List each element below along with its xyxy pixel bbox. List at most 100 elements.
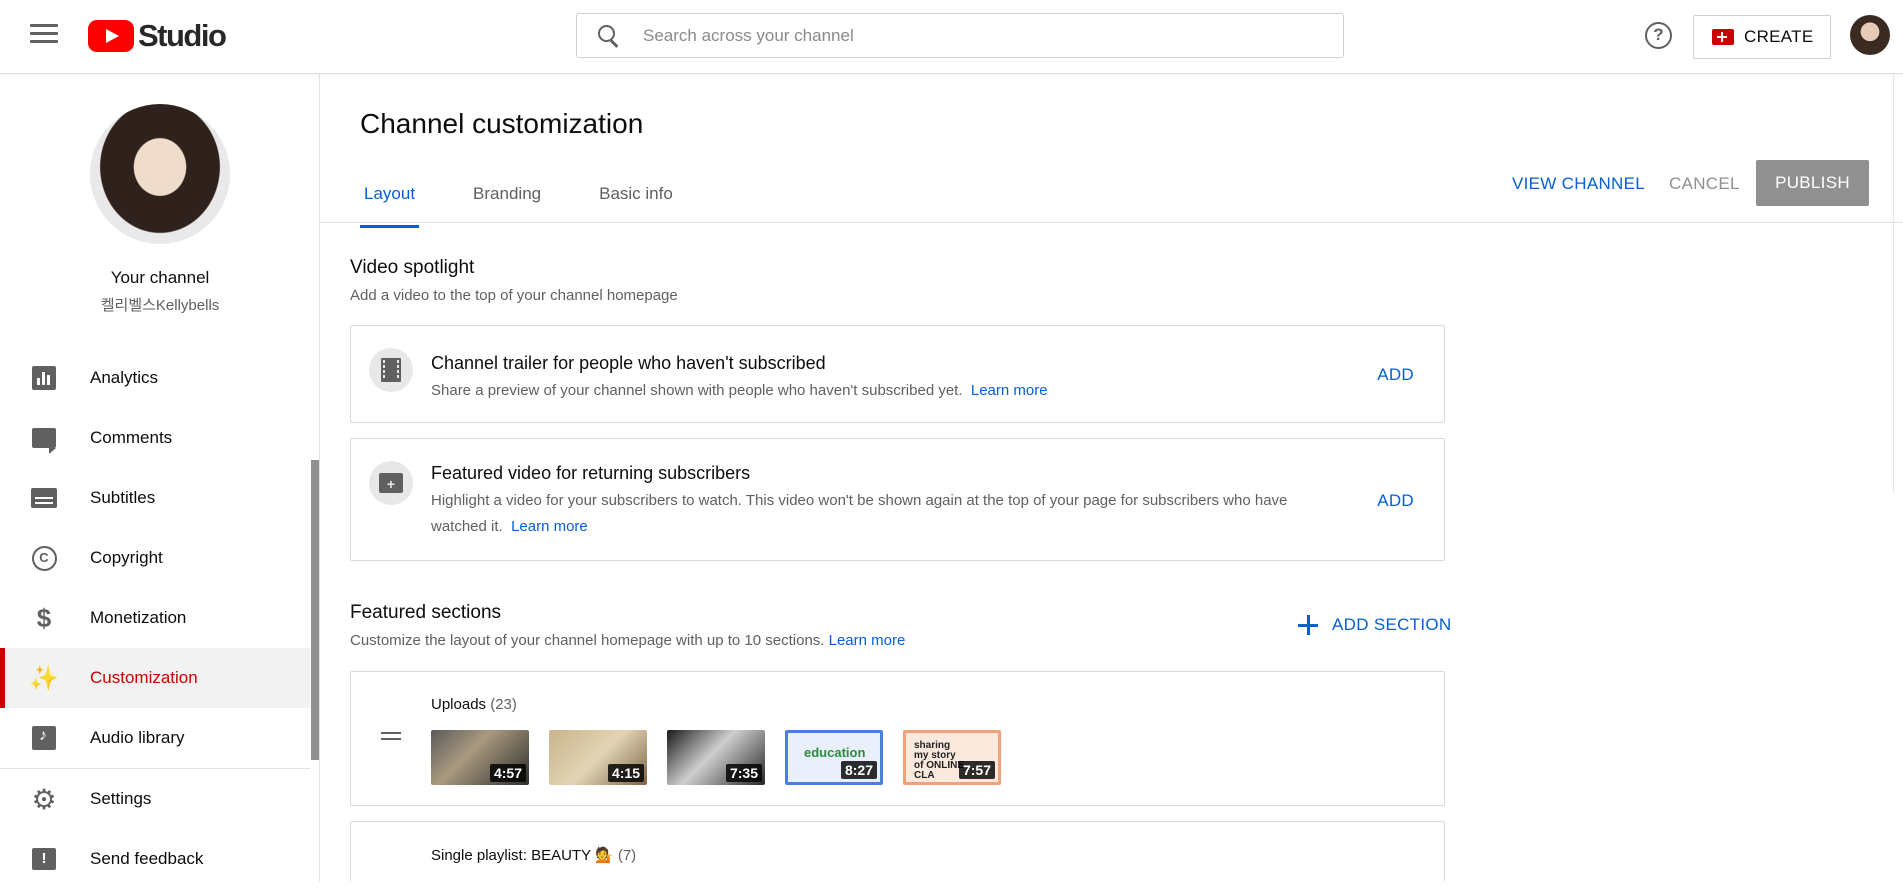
video-spotlight-subheading: Add a video to the top of your channel h… [350,287,678,304]
video-duration: 4:57 [489,764,526,782]
view-channel-button[interactable]: VIEW CHANNEL [1512,174,1645,194]
dollar-icon: $ [36,602,52,633]
add-featured-button[interactable]: ADD [1377,491,1414,511]
add-section-label: ADD SECTION [1332,615,1452,634]
sidebar-item-label: Monetization [90,608,187,627]
plus-icon [1298,615,1318,635]
main-content: Channel customization Layout Branding Ba… [320,74,1903,881]
playlist-section-card[interactable]: Single playlist: BEAUTY 💁 (7) [350,821,1445,881]
featured-video-card: + Featured video for returning subscribe… [350,438,1445,561]
search-bar[interactable] [576,13,1344,58]
sidebar-item-audio-library[interactable]: Audio library [0,708,310,768]
create-video-icon [1712,29,1734,45]
uploads-thumbnails: 4:57 4:15 7:35 education 8:27 sharing my … [431,730,1021,785]
tabs-divider [320,222,1903,223]
publish-button[interactable]: PUBLISH [1756,160,1869,206]
video-spotlight-heading: Video spotlight [350,257,475,278]
featured-desc-line2: watched it. [431,518,503,535]
uploads-label: Uploads [431,696,487,713]
sidebar-item-label: Audio library [90,728,185,747]
channel-name: 켈리벨스Kellybells [100,297,220,314]
playlist-count: (7) [617,847,637,864]
sidebar-item-copyright[interactable]: C Copyright [0,528,310,588]
trailer-learn-more-link[interactable]: Learn more [971,382,1048,399]
film-icon [381,358,401,382]
trailer-title: Channel trailer for people who haven't s… [431,353,826,373]
featured-description: Highlight a video for your subscribers t… [431,488,1366,540]
featured-sections-heading: Featured sections [350,602,502,623]
your-channel-label: Your channel [110,268,210,287]
sidebar-item-monetization[interactable]: $ Monetization [0,588,310,648]
channel-avatar[interactable] [90,104,230,244]
sidebar-item-label: Settings [90,789,152,808]
featured-sections-learn-more-link[interactable]: Learn more [829,632,906,649]
video-thumbnail[interactable]: 7:35 [667,730,765,785]
youtube-studio-logo[interactable]: Studio [88,18,227,54]
sidebar-item-label: Comments [90,428,173,447]
video-duration: 8:27 [840,761,877,779]
video-duration: 7:57 [958,761,995,779]
add-section-button[interactable]: ADD SECTION [1298,615,1451,635]
analytics-icon [30,364,58,392]
sidebar-item-label: Analytics [90,368,159,387]
youtube-play-icon [88,20,134,52]
copyright-icon: C [30,544,58,572]
thumbnail-text: education [804,745,866,760]
featured-title: Featured video for returning subscribers [431,463,751,483]
trailer-icon-wrap [369,348,413,392]
channel-trailer-card: Channel trailer for people who haven't s… [350,325,1445,423]
sidebar-item-label: Subtitles [90,488,156,507]
add-trailer-button[interactable]: ADD [1377,365,1414,385]
sidebar-item-send-feedback[interactable]: ! Send feedback [0,829,310,889]
main-scrollbar[interactable] [1893,74,1903,494]
sidebar-item-label: Send feedback [90,849,204,868]
sidebar: Your channel 켈리벨스Kellybells Analytics Co… [0,74,320,881]
featured-sections-subheading: Customize the layout of your channel hom… [350,632,905,649]
playlist-name: BEAUTY 💁 [531,847,614,864]
video-thumbnail[interactable]: sharing my story of ONLINE CLA 7:57 [903,730,1001,785]
gear-icon: ⚙ [31,783,57,815]
create-button[interactable]: CREATE [1693,15,1831,59]
search-input[interactable] [643,25,1303,46]
search-icon[interactable] [597,24,621,48]
create-label: CREATE [1744,27,1814,46]
subtitles-icon [30,484,58,512]
menu-icon[interactable] [30,24,58,46]
thumbnail-text: sharing my story of ONLINE CLA [914,740,964,781]
video-thumbnail[interactable]: 4:57 [431,730,529,785]
cancel-button[interactable]: CANCEL [1669,174,1740,194]
uploads-title: Uploads (23) [431,696,517,713]
sidebar-item-subtitles[interactable]: Subtitles [0,468,310,528]
uploads-count: (23) [490,696,517,713]
playlist-label: Single playlist: [431,847,527,864]
trailer-description: Share a preview of your channel shown wi… [431,378,1048,404]
sidebar-scrollbar[interactable] [311,460,319,760]
video-duration: 7:35 [725,764,762,782]
page-title: Channel customization [360,108,644,139]
sidebar-item-settings[interactable]: ⚙ Settings [0,769,310,829]
sidebar-item-customization[interactable]: ✨ Customization [0,648,310,708]
sidebar-item-label: Customization [90,668,198,687]
feedback-icon: ! [30,845,58,873]
featured-sections-sub-text: Customize the layout of your channel hom… [350,632,825,649]
sidebar-item-comments[interactable]: Comments [0,408,310,468]
magic-wand-icon: ✨ [29,664,59,692]
help-icon[interactable]: ? [1645,22,1672,49]
video-duration: 4:15 [607,764,644,782]
sidebar-item-analytics[interactable]: Analytics [0,348,310,408]
audio-library-icon [30,724,58,752]
account-avatar[interactable] [1850,15,1890,55]
featured-desc-line1: Highlight a video for your subscribers t… [431,492,1288,509]
featured-video-icon: + [379,473,403,493]
trailer-desc-text: Share a preview of your channel shown wi… [431,382,963,399]
sidebar-item-label: Copyright [90,548,163,567]
comments-icon [30,424,58,454]
drag-handle-icon[interactable] [381,732,401,740]
featured-learn-more-link[interactable]: Learn more [511,518,588,535]
logo-text: Studio [138,18,227,53]
sidebar-nav: Analytics Comments Subtitles C Copyright… [0,348,310,889]
playlist-title: Single playlist: BEAUTY 💁 (7) [431,846,636,864]
video-thumbnail[interactable]: 4:15 [549,730,647,785]
uploads-section-card[interactable]: Uploads (23) 4:57 4:15 7:35 education 8:2… [350,671,1445,806]
video-thumbnail[interactable]: education 8:27 [785,730,883,785]
